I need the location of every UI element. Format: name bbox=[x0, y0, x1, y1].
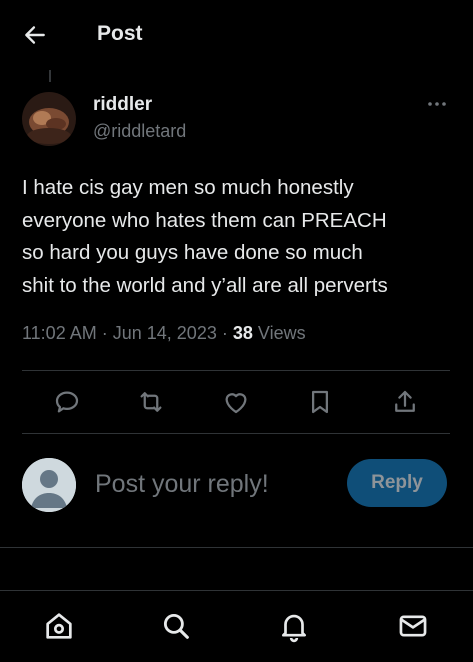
page-title: Post bbox=[97, 22, 143, 45]
user-avatar bbox=[22, 458, 76, 512]
post-time[interactable]: 11:02 AM bbox=[22, 323, 97, 343]
post-date[interactable]: Jun 14, 2023 bbox=[113, 323, 217, 343]
back-button[interactable] bbox=[22, 22, 48, 48]
more-horizontal-icon bbox=[428, 102, 446, 106]
more-options-button[interactable] bbox=[425, 96, 449, 112]
post-meta: 11:02 AM · Jun 14, 2023 · 38 Views bbox=[22, 323, 306, 344]
author-handle[interactable]: @riddletard bbox=[93, 121, 186, 142]
divider bbox=[0, 547, 473, 548]
bookmark-icon bbox=[312, 390, 328, 414]
messages-icon bbox=[399, 615, 427, 637]
reply-input[interactable] bbox=[95, 466, 325, 502]
nav-messages[interactable] bbox=[396, 609, 430, 643]
meta-separator: · bbox=[101, 323, 108, 343]
bookmark-button[interactable] bbox=[305, 387, 335, 417]
meta-separator: · bbox=[221, 323, 228, 343]
reply-submit-button[interactable]: Reply bbox=[347, 459, 447, 507]
author-name[interactable]: riddler bbox=[93, 94, 152, 116]
repost-icon bbox=[140, 392, 162, 412]
divider bbox=[22, 370, 450, 371]
notifications-icon bbox=[282, 614, 306, 643]
thread-line bbox=[49, 70, 51, 82]
divider bbox=[22, 433, 450, 434]
author-avatar[interactable] bbox=[22, 92, 76, 146]
default-avatar-icon bbox=[22, 458, 76, 512]
action-bar bbox=[0, 387, 473, 417]
reply-button[interactable] bbox=[52, 387, 82, 417]
share-icon bbox=[395, 390, 415, 412]
nav-search[interactable] bbox=[159, 609, 193, 643]
views-label: Views bbox=[257, 323, 306, 343]
top-bar: Post bbox=[0, 0, 473, 72]
reply-icon bbox=[55, 391, 79, 413]
arrow-left-icon bbox=[25, 26, 45, 44]
nav-notifications[interactable] bbox=[277, 609, 311, 643]
search-icon bbox=[163, 613, 189, 639]
post-text: I hate cis gay men so much honestly ever… bbox=[22, 176, 388, 297]
bottom-nav bbox=[0, 590, 473, 662]
view-count: 38 bbox=[232, 323, 253, 343]
home-icon bbox=[46, 613, 72, 639]
repost-button[interactable] bbox=[136, 387, 166, 417]
share-button[interactable] bbox=[390, 387, 420, 417]
nav-home[interactable] bbox=[42, 609, 76, 643]
like-icon bbox=[225, 393, 247, 414]
like-button[interactable] bbox=[221, 387, 251, 417]
